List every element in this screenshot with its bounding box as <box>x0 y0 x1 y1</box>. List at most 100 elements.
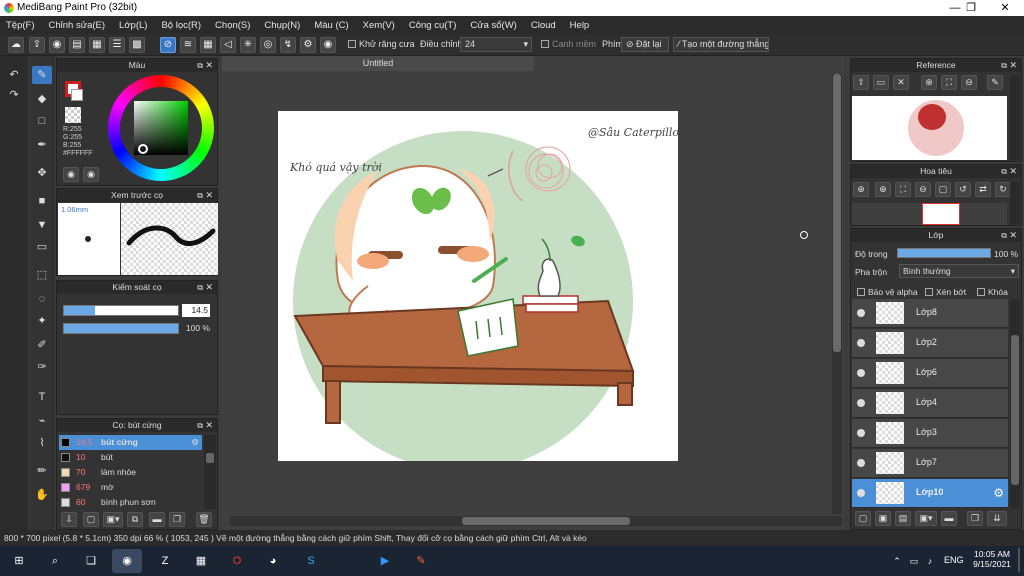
brush-list-item[interactable]: 70 làm nhòe <box>59 465 202 480</box>
popout-icon[interactable]: ⧉ <box>197 281 203 294</box>
opera-taskbar-icon[interactable]: O <box>222 549 252 573</box>
menu-edit[interactable]: Chỉnh sửa(E) <box>49 20 106 31</box>
zoom-in-icon[interactable]: ⊕ <box>853 182 869 197</box>
redo-icon[interactable]: ↷ <box>4 86 24 104</box>
reset-button[interactable]: ⊘ Đặt lại <box>621 37 669 52</box>
add-layer-dropdown-icon[interactable]: ▣▾ <box>915 511 937 526</box>
duplicate-layer-icon[interactable]: ❐ <box>967 511 983 526</box>
secondary-color-swatch[interactable] <box>71 89 83 101</box>
eyedropper-tool-icon[interactable]: ✏ <box>32 462 52 480</box>
navigator-scrollbar[interactable] <box>1010 182 1020 224</box>
lasso-tool-icon[interactable]: ◌ <box>32 290 52 308</box>
open-icon[interactable]: ▭ <box>873 75 889 90</box>
close-icon[interactable]: ✕ <box>205 189 213 202</box>
close-button[interactable]: ✕ <box>988 0 1022 16</box>
folder-icon[interactable]: ▬ <box>149 512 165 527</box>
popout-icon[interactable]: ⧉ <box>1001 59 1007 72</box>
menu-help[interactable]: Help <box>570 20 590 31</box>
visibility-icon[interactable] <box>857 429 865 437</box>
flip-icon[interactable]: ⇄ <box>975 182 991 197</box>
bucket-tool-icon[interactable]: ▼ <box>32 216 52 234</box>
target-icon[interactable]: ◉ <box>320 37 336 53</box>
folder-icon[interactable]: ▬ <box>941 511 957 526</box>
canvas-tab[interactable]: Untitled <box>222 56 534 71</box>
menu-view[interactable]: Xem(V) <box>363 20 395 31</box>
paint-taskbar-icon[interactable]: ✎ <box>406 549 436 573</box>
cross-snap-icon[interactable]: ▦ <box>200 37 216 53</box>
menu-file[interactable]: Tệp(F) <box>6 20 35 31</box>
circle-snap-icon[interactable]: ◎ <box>260 37 276 53</box>
gear-icon[interactable]: ⚙ <box>191 435 199 450</box>
rotate-left-icon[interactable]: ↺ <box>955 182 971 197</box>
copy-brush-icon[interactable]: ⧉ <box>127 512 143 527</box>
close-icon[interactable]: ✕ <box>1009 229 1017 242</box>
layer-row[interactable]: Lớp4 <box>852 389 1008 418</box>
menu-filter[interactable]: Bộ lọc(R) <box>161 20 201 31</box>
layer-opacity-slider[interactable] <box>897 248 991 258</box>
brush-list-item[interactable]: 14.5 bút cứng ⚙ <box>59 435 202 450</box>
popout-icon[interactable]: ⧉ <box>197 419 203 432</box>
zoom-out-icon[interactable]: ⊖ <box>961 75 977 90</box>
clock[interactable]: 10:05 AM 9/15/2021 <box>970 549 1014 569</box>
close-icon[interactable]: ✕ <box>205 59 213 72</box>
layer-scroll-thumb[interactable] <box>1011 335 1019 485</box>
calculator-taskbar-icon[interactable]: ▦ <box>186 549 216 573</box>
chevron-up-icon[interactable]: ⌃ <box>890 549 904 573</box>
brush-list-item[interactable]: 10 bút <box>59 450 202 465</box>
task-view-icon[interactable]: ❏ <box>76 549 106 573</box>
select-tool-icon[interactable]: ⬚ <box>32 266 52 284</box>
vertical-scroll-thumb[interactable] <box>833 74 841 352</box>
radial-snap-icon[interactable]: ✳ <box>240 37 256 53</box>
antialias-checkbox[interactable]: Khử răng cưa <box>348 39 415 49</box>
windows-start-icon[interactable]: ⊞ <box>4 549 34 573</box>
cloud-icon[interactable]: ☁ <box>8 37 24 53</box>
eraser-tool-icon[interactable]: ◆ <box>32 90 52 108</box>
zoom-out-icon[interactable]: ⊖ <box>915 182 931 197</box>
brush-list-item[interactable]: 60 bình phun sơn <box>59 495 202 510</box>
close-icon[interactable]: ✕ <box>205 419 213 432</box>
select-pen-tool-icon[interactable]: ✐ <box>32 336 52 354</box>
new-halftone-layer-icon[interactable]: ▣ <box>875 511 891 526</box>
layer-row[interactable]: Lớp10 ⚙ <box>852 479 1008 508</box>
menu-snap[interactable]: Chụp(N) <box>264 20 300 31</box>
document-icon[interactable]: ▦ <box>89 37 105 53</box>
undo-icon[interactable]: ↶ <box>4 66 24 84</box>
layer-row[interactable]: Lớp2 <box>852 329 1008 358</box>
brush-size-slider[interactable] <box>63 305 179 316</box>
fit-icon[interactable]: ⛶ <box>941 75 957 90</box>
transparent-swatch[interactable] <box>65 107 81 123</box>
parallel-snap-icon[interactable]: ≋ <box>180 37 196 53</box>
trash-icon[interactable]: 🗑 <box>196 512 212 527</box>
visibility-icon[interactable] <box>857 309 865 317</box>
maximize-button[interactable]: ❐ <box>954 0 988 16</box>
smooth-checkbox[interactable]: Canh mềm <box>541 39 596 49</box>
snap-off-icon[interactable]: ⊘ <box>160 37 176 53</box>
menu-cloud[interactable]: Cloud <box>531 20 556 31</box>
zalo-taskbar-icon[interactable]: Z <box>150 549 180 573</box>
gear-icon[interactable]: ⚙ <box>993 486 1004 500</box>
new-8bit-layer-icon[interactable]: ▤ <box>895 511 911 526</box>
layer-scrollbar[interactable] <box>1010 299 1020 509</box>
medibang-taskbar-icon[interactable]: ◉ <box>112 549 142 573</box>
move-tool-icon[interactable]: ✥ <box>32 164 52 182</box>
eyedropper-icon[interactable]: ✎ <box>987 75 1003 90</box>
skype-taskbar-icon[interactable]: S <box>296 549 326 573</box>
comment-icon[interactable]: ◉ <box>49 37 65 53</box>
layer-row[interactable]: Lớp3 <box>852 419 1008 448</box>
line-button[interactable]: ⁄ Tạo một đường thẳng <box>673 37 769 52</box>
rectangle-tool-icon[interactable]: □ <box>32 112 52 130</box>
drawing-canvas[interactable]: Khó quá vậy trời @Sâu Caterpillo2911 #HD… <box>278 111 759 471</box>
language-indicator[interactable]: ENG <box>944 555 964 565</box>
close-icon[interactable]: ✕ <box>205 281 213 294</box>
reference-scrollbar[interactable] <box>1010 75 1020 160</box>
close-ref-icon[interactable]: ✕ <box>893 75 909 90</box>
select-eraser-tool-icon[interactable]: ✑ <box>32 358 52 376</box>
network-icon[interactable]: ▭ <box>906 549 922 573</box>
adjust-select[interactable]: 24 ▾ <box>460 37 532 52</box>
popout-icon[interactable]: ⧉ <box>1001 165 1007 178</box>
layer-row[interactable]: Lớp6 <box>852 359 1008 388</box>
cloud-upload-icon[interactable]: ⇧ <box>853 75 869 90</box>
menu-color[interactable]: Màu (C) <box>314 20 348 31</box>
visibility-icon[interactable] <box>857 339 865 347</box>
magic-wand-tool-icon[interactable]: ✦ <box>32 312 52 330</box>
